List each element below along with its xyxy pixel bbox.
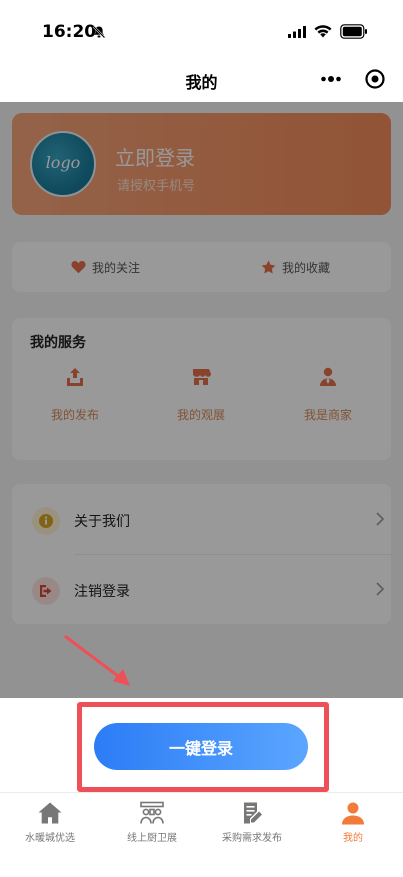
- exhibition-icon: [140, 801, 164, 824]
- tab-label: 采购需求发布: [222, 833, 282, 844]
- more-icon[interactable]: [320, 70, 342, 88]
- tab-label: 我的: [343, 833, 363, 844]
- arrow-annotation-icon: [64, 635, 130, 686]
- signal-icon: [288, 26, 306, 38]
- bell-muted-icon: [92, 25, 106, 39]
- wifi-icon: [314, 25, 332, 38]
- home-icon: [38, 802, 62, 824]
- tab-label: 水暖城优选: [25, 833, 75, 844]
- edit-icon: [244, 802, 262, 824]
- modal-overlay[interactable]: [0, 102, 403, 698]
- tab-home[interactable]: 水暖城优选: [0, 801, 100, 844]
- status-time: 16:20: [42, 22, 97, 42]
- tab-mine[interactable]: 我的: [303, 801, 403, 844]
- battery-icon: [340, 24, 367, 39]
- page-title: 我的: [185, 73, 218, 92]
- tab-bar: 水暖城优选 线上厨卫展 采购需求发布 我的: [0, 792, 403, 877]
- user-icon: [342, 802, 364, 825]
- tab-purchase-request[interactable]: 采购需求发布: [202, 801, 302, 844]
- close-miniprogram-icon[interactable]: [364, 68, 386, 90]
- tab-label: 线上厨卫展: [127, 833, 177, 844]
- highlight-frame: [77, 702, 329, 792]
- status-bar: 16:20: [0, 0, 403, 58]
- nav-bar: 我的: [0, 58, 403, 102]
- tab-exhibition[interactable]: 线上厨卫展: [102, 801, 202, 844]
